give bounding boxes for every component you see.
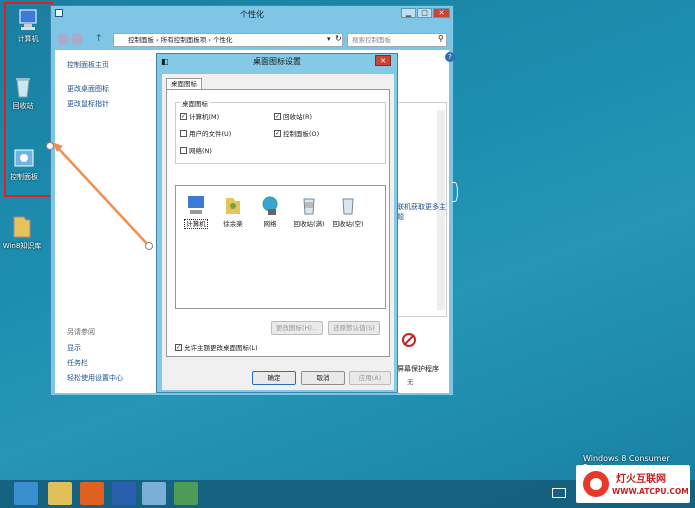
arrow-start-marker: [46, 142, 54, 150]
logo-cn-text: 灯火互联网: [616, 474, 666, 485]
media-player-icon[interactable]: [80, 482, 104, 505]
app-task-icon[interactable]: [174, 482, 198, 505]
keyboard-icon[interactable]: [552, 488, 566, 498]
annotation-arrow: [46, 142, 153, 250]
site-logo: 灯火互联网 WWW.ATCPU.COM: [576, 465, 690, 503]
ie-icon[interactable]: [14, 482, 38, 505]
word-icon[interactable]: [112, 482, 136, 505]
control-panel-task-icon[interactable]: [142, 482, 166, 505]
edge-handle: [452, 182, 458, 202]
arrow-end-marker: [145, 242, 153, 250]
flame-logo-icon: [583, 471, 609, 497]
explorer-icon[interactable]: [48, 482, 72, 505]
logo-url-text: WWW.ATCPU.COM: [612, 487, 689, 496]
